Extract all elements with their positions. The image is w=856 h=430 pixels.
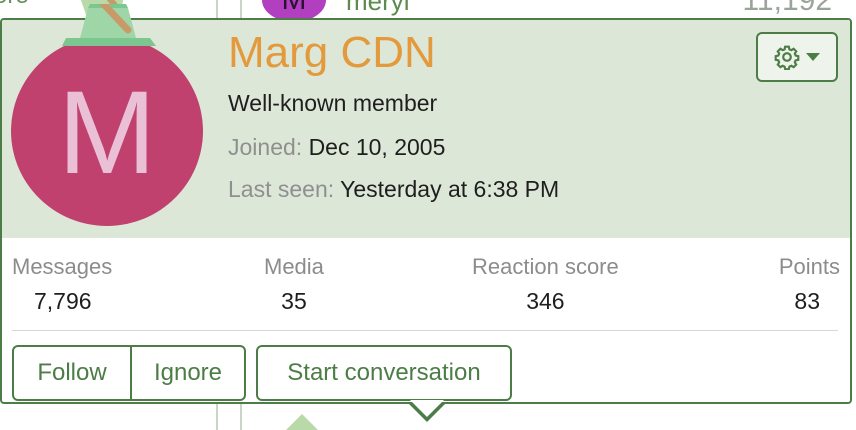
ignore-button[interactable]: Ignore xyxy=(130,345,246,401)
stat-label: Reaction score xyxy=(472,254,619,279)
member-tooltip-card: M Marg CDN Well-known member Joined: Dec… xyxy=(0,4,852,422)
member-name[interactable]: Marg CDN xyxy=(228,28,436,78)
avatar[interactable]: M xyxy=(11,36,203,226)
stat-value: 7,796 xyxy=(34,288,92,314)
joined-label: Joined: xyxy=(228,134,303,160)
last-seen-row: Last seen: Yesterday at 6:38 PM xyxy=(228,176,559,203)
divider xyxy=(12,330,838,331)
stat-reaction-score[interactable]: Reaction score 346 xyxy=(472,254,619,315)
member-header: M Marg CDN Well-known member Joined: Dec… xyxy=(2,4,850,238)
start-conversation-button[interactable]: Start conversation xyxy=(256,345,512,401)
joined-value: Dec 10, 2005 xyxy=(308,134,446,160)
background-count: 11,192 xyxy=(742,0,832,17)
follow-button[interactable]: Follow xyxy=(12,345,132,401)
settings-menu-button[interactable] xyxy=(756,32,838,82)
stat-points[interactable]: Points 83 xyxy=(779,254,840,315)
stat-label: Messages xyxy=(12,254,113,279)
tooltip-pointer xyxy=(407,400,447,422)
gear-icon xyxy=(774,45,800,70)
avatar-letter: M xyxy=(57,67,157,199)
party-hat-icon xyxy=(62,4,156,46)
member-stats: Messages 7,796 Media 35 Reaction score 3… xyxy=(2,254,850,324)
last-seen-value: Yesterday at 6:38 PM xyxy=(340,176,560,202)
joined-row: Joined: Dec 10, 2005 xyxy=(228,134,445,161)
stat-value: 346 xyxy=(526,288,565,314)
stat-label: Points xyxy=(778,254,840,279)
caret-down-icon xyxy=(806,53,820,61)
stat-media[interactable]: Media 35 xyxy=(264,254,324,315)
member-title: Well-known member xyxy=(228,90,438,116)
background-username[interactable]: meryl xyxy=(346,0,410,17)
last-seen-label: Last seen: xyxy=(228,176,335,202)
background-hat-decoration xyxy=(286,414,318,430)
stat-value: 35 xyxy=(281,288,307,314)
background-more-link[interactable]: ore xyxy=(0,0,29,10)
stat-messages[interactable]: Messages 7,796 xyxy=(12,254,112,315)
stat-value: 83 xyxy=(794,288,820,314)
stat-label: Media xyxy=(264,254,324,279)
